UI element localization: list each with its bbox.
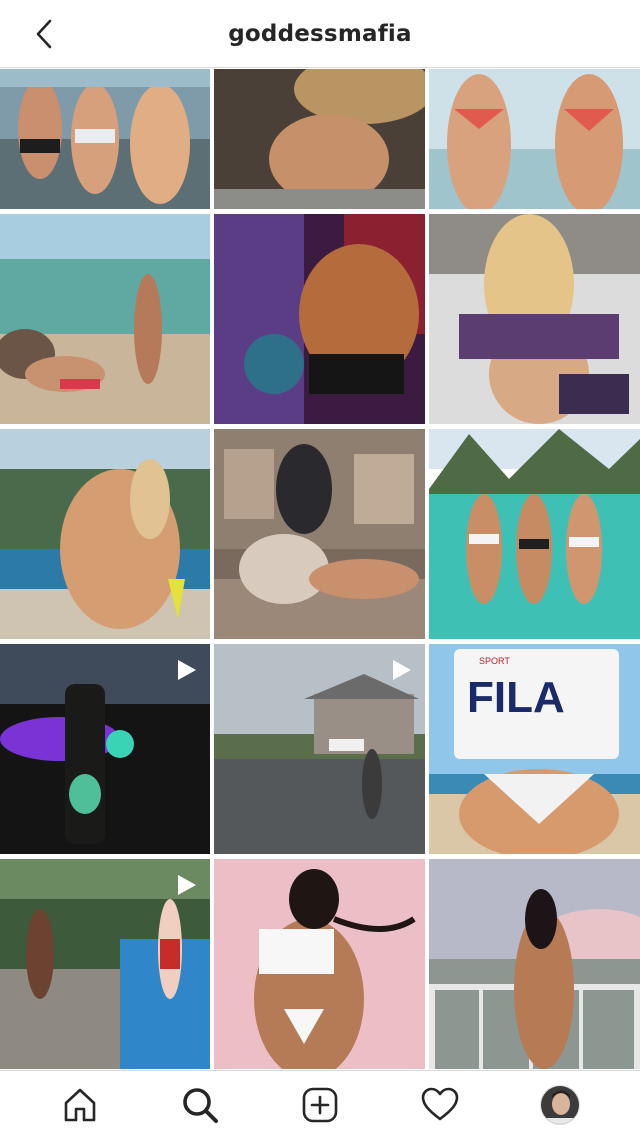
- tab-activity[interactable]: [408, 1073, 472, 1137]
- profile-username-title: goddessmafia: [228, 20, 412, 47]
- new-post-icon: [302, 1087, 338, 1122]
- post-thumbnail-1[interactable]: [0, 69, 210, 209]
- post-thumbnail-7[interactable]: [0, 429, 210, 639]
- post-thumbnail-14[interactable]: [214, 859, 425, 1069]
- bottom-tab-bar: [0, 1070, 640, 1138]
- post-thumbnail-6[interactable]: [429, 214, 640, 424]
- post-thumbnail-10[interactable]: [0, 644, 210, 854]
- post-thumbnail-13[interactable]: [0, 859, 210, 1069]
- tab-profile[interactable]: [528, 1073, 592, 1137]
- post-thumbnail-2[interactable]: [214, 69, 425, 209]
- post-thumbnail-4[interactable]: [0, 214, 210, 424]
- posts-grid: SPORT FILA: [0, 69, 640, 1069]
- shirt-logo-text: FILA: [467, 673, 565, 722]
- video-indicator-icon: [393, 660, 411, 680]
- search-icon: [183, 1087, 218, 1123]
- post-thumbnail-11[interactable]: [214, 644, 425, 854]
- profile-avatar: [540, 1084, 580, 1125]
- back-button[interactable]: [26, 16, 62, 52]
- post-thumbnail-9[interactable]: [429, 429, 640, 639]
- post-thumbnail-12[interactable]: SPORT FILA: [429, 644, 640, 854]
- home-icon: [64, 1088, 96, 1121]
- tab-new-post[interactable]: [288, 1073, 352, 1137]
- post-thumbnail-5[interactable]: [214, 214, 425, 424]
- post-thumbnail-8[interactable]: [214, 429, 425, 639]
- svg-text:SPORT: SPORT: [479, 656, 510, 666]
- post-thumbnail-15[interactable]: [429, 859, 640, 1069]
- video-indicator-icon: [178, 875, 196, 895]
- top-navigation-bar: goddessmafia: [0, 0, 640, 68]
- tab-search[interactable]: [168, 1073, 232, 1137]
- tab-home[interactable]: [48, 1073, 112, 1137]
- heart-icon: [421, 1087, 459, 1120]
- video-indicator-icon: [178, 660, 196, 680]
- post-thumbnail-3[interactable]: [429, 69, 640, 209]
- chevron-left-icon: [36, 19, 52, 49]
